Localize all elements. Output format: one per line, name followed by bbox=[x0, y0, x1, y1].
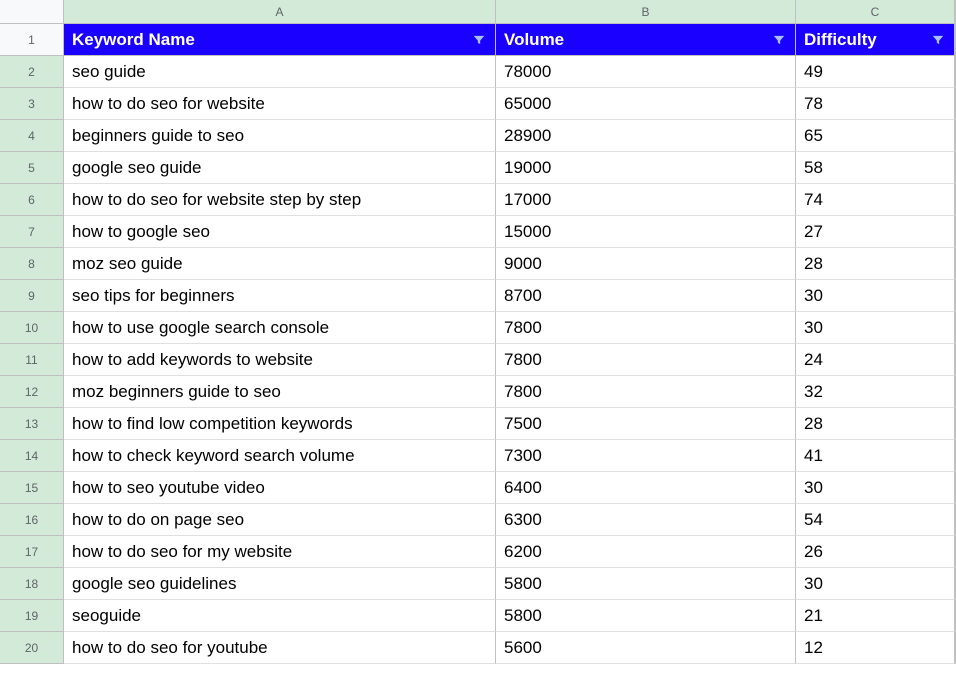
row-header[interactable]: 11 bbox=[0, 344, 64, 376]
cell-keyword[interactable]: moz beginners guide to seo bbox=[64, 376, 496, 408]
filter-icon[interactable] bbox=[930, 32, 946, 48]
cell-keyword[interactable]: how to check keyword search volume bbox=[64, 440, 496, 472]
cell-volume[interactable]: 19000 bbox=[496, 152, 796, 184]
row-header[interactable]: 18 bbox=[0, 568, 64, 600]
cell-difficulty[interactable]: 28 bbox=[796, 248, 956, 280]
cell-difficulty[interactable]: 24 bbox=[796, 344, 956, 376]
cell-volume[interactable]: 65000 bbox=[496, 88, 796, 120]
cell-volume[interactable]: 6400 bbox=[496, 472, 796, 504]
cell-volume[interactable]: 7800 bbox=[496, 344, 796, 376]
cell-volume[interactable]: 28900 bbox=[496, 120, 796, 152]
cell-difficulty[interactable]: 74 bbox=[796, 184, 956, 216]
row-header[interactable]: 10 bbox=[0, 312, 64, 344]
table-header-difficulty[interactable]: Difficulty bbox=[796, 24, 956, 56]
cell-volume[interactable]: 5800 bbox=[496, 568, 796, 600]
row-header[interactable]: 5 bbox=[0, 152, 64, 184]
row-header[interactable]: 15 bbox=[0, 472, 64, 504]
cell-difficulty[interactable]: 28 bbox=[796, 408, 956, 440]
cell-difficulty[interactable]: 26 bbox=[796, 536, 956, 568]
cell-keyword[interactable]: how to do on page seo bbox=[64, 504, 496, 536]
cell-difficulty[interactable]: 32 bbox=[796, 376, 956, 408]
row-header[interactable]: 7 bbox=[0, 216, 64, 248]
table-header-keyword-label: Keyword Name bbox=[72, 30, 195, 50]
row-header[interactable]: 16 bbox=[0, 504, 64, 536]
row-header[interactable]: 13 bbox=[0, 408, 64, 440]
column-header-c[interactable]: C bbox=[796, 0, 956, 24]
cell-keyword[interactable]: how to do seo for website bbox=[64, 88, 496, 120]
cell-volume[interactable]: 7300 bbox=[496, 440, 796, 472]
cell-keyword[interactable]: seo tips for beginners bbox=[64, 280, 496, 312]
cell-volume[interactable]: 6300 bbox=[496, 504, 796, 536]
cell-difficulty[interactable]: 58 bbox=[796, 152, 956, 184]
cell-volume[interactable]: 17000 bbox=[496, 184, 796, 216]
cell-volume[interactable]: 7800 bbox=[496, 312, 796, 344]
row-header[interactable]: 12 bbox=[0, 376, 64, 408]
table-header-volume-label: Volume bbox=[504, 30, 564, 50]
cell-volume[interactable]: 8700 bbox=[496, 280, 796, 312]
cell-difficulty[interactable]: 30 bbox=[796, 472, 956, 504]
cell-keyword[interactable]: beginners guide to seo bbox=[64, 120, 496, 152]
row-header[interactable]: 17 bbox=[0, 536, 64, 568]
cell-volume[interactable]: 7500 bbox=[496, 408, 796, 440]
cell-keyword[interactable]: how to seo youtube video bbox=[64, 472, 496, 504]
cell-keyword[interactable]: how to do seo for my website bbox=[64, 536, 496, 568]
cell-difficulty[interactable]: 54 bbox=[796, 504, 956, 536]
filter-icon[interactable] bbox=[471, 32, 487, 48]
cell-keyword[interactable]: how to find low competition keywords bbox=[64, 408, 496, 440]
cell-keyword[interactable]: how to add keywords to website bbox=[64, 344, 496, 376]
column-header-a[interactable]: A bbox=[64, 0, 496, 24]
table-header-difficulty-label: Difficulty bbox=[804, 30, 877, 50]
cell-keyword[interactable]: seoguide bbox=[64, 600, 496, 632]
column-header-b[interactable]: B bbox=[496, 0, 796, 24]
select-all-corner[interactable] bbox=[0, 0, 64, 24]
cell-keyword[interactable]: how to use google search console bbox=[64, 312, 496, 344]
row-header[interactable]: 4 bbox=[0, 120, 64, 152]
cell-volume[interactable]: 7800 bbox=[496, 376, 796, 408]
row-header[interactable]: 3 bbox=[0, 88, 64, 120]
filter-icon[interactable] bbox=[771, 32, 787, 48]
cell-keyword[interactable]: moz seo guide bbox=[64, 248, 496, 280]
row-header[interactable]: 14 bbox=[0, 440, 64, 472]
cell-difficulty[interactable]: 30 bbox=[796, 312, 956, 344]
cell-keyword[interactable]: google seo guidelines bbox=[64, 568, 496, 600]
cell-difficulty[interactable]: 12 bbox=[796, 632, 956, 664]
table-header-volume[interactable]: Volume bbox=[496, 24, 796, 56]
row-header[interactable]: 6 bbox=[0, 184, 64, 216]
cell-volume[interactable]: 78000 bbox=[496, 56, 796, 88]
cell-keyword[interactable]: google seo guide bbox=[64, 152, 496, 184]
row-header[interactable]: 9 bbox=[0, 280, 64, 312]
cell-difficulty[interactable]: 21 bbox=[796, 600, 956, 632]
cell-keyword[interactable]: how to do seo for youtube bbox=[64, 632, 496, 664]
cell-difficulty[interactable]: 49 bbox=[796, 56, 956, 88]
row-header[interactable]: 20 bbox=[0, 632, 64, 664]
cell-difficulty[interactable]: 78 bbox=[796, 88, 956, 120]
cell-difficulty[interactable]: 30 bbox=[796, 280, 956, 312]
cell-difficulty[interactable]: 30 bbox=[796, 568, 956, 600]
row-header[interactable]: 19 bbox=[0, 600, 64, 632]
cell-volume[interactable]: 15000 bbox=[496, 216, 796, 248]
cell-difficulty[interactable]: 65 bbox=[796, 120, 956, 152]
cell-difficulty[interactable]: 41 bbox=[796, 440, 956, 472]
cell-volume[interactable]: 6200 bbox=[496, 536, 796, 568]
cell-volume[interactable]: 5800 bbox=[496, 600, 796, 632]
spreadsheet[interactable]: A B C 1 Keyword Name Volume Difficulty 2… bbox=[0, 0, 956, 664]
cell-keyword[interactable]: how to google seo bbox=[64, 216, 496, 248]
row-header[interactable]: 8 bbox=[0, 248, 64, 280]
row-header[interactable]: 2 bbox=[0, 56, 64, 88]
cell-volume[interactable]: 9000 bbox=[496, 248, 796, 280]
row-header-1[interactable]: 1 bbox=[0, 24, 64, 56]
cell-volume[interactable]: 5600 bbox=[496, 632, 796, 664]
cell-keyword[interactable]: seo guide bbox=[64, 56, 496, 88]
cell-difficulty[interactable]: 27 bbox=[796, 216, 956, 248]
cell-keyword[interactable]: how to do seo for website step by step bbox=[64, 184, 496, 216]
table-header-keyword[interactable]: Keyword Name bbox=[64, 24, 496, 56]
